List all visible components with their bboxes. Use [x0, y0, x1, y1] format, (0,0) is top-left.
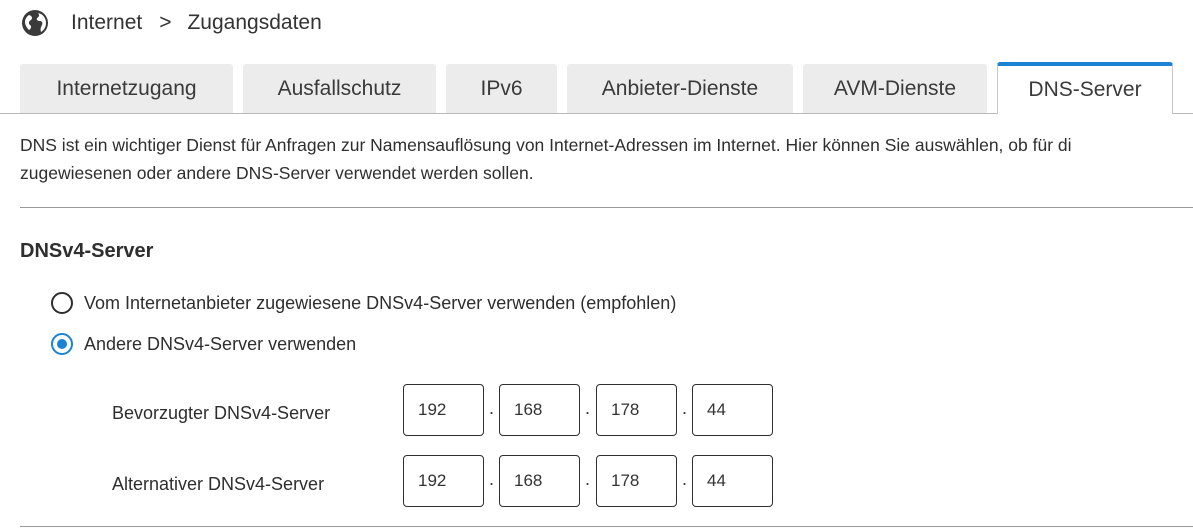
- octet-separator: .: [682, 398, 688, 418]
- alternative-dns-octet-1[interactable]: [403, 455, 484, 507]
- preferred-dns-octet-4[interactable]: [692, 384, 773, 436]
- octet-separator: .: [489, 469, 495, 489]
- octet-separator: .: [489, 398, 495, 418]
- tab-ipv6[interactable]: IPv6: [446, 64, 557, 113]
- radio-dot: [57, 339, 67, 349]
- tab-dns-server[interactable]: DNS-Server: [997, 62, 1173, 114]
- tab-bar: Internetzugang Ausfallschutz IPv6 Anbiet…: [0, 62, 1193, 114]
- octet-separator: .: [585, 469, 591, 489]
- tab-ausfallschutz[interactable]: Ausfallschutz: [243, 64, 436, 113]
- preferred-dns-octet-3[interactable]: [596, 384, 677, 436]
- breadcrumb: Internet > Zugangsdaten: [20, 8, 322, 38]
- breadcrumb-item-internet[interactable]: Internet: [71, 11, 142, 35]
- octet-separator: .: [585, 398, 591, 418]
- radio-label-other-dns: Andere DNSv4-Server verwenden: [84, 333, 357, 354]
- alternative-dns-octet-4[interactable]: [692, 455, 773, 507]
- dnsv4-section-title: DNSv4-Server: [20, 240, 154, 262]
- section-divider-top: [20, 207, 1193, 208]
- radio-option-other-dns[interactable]: Andere DNSv4-Server verwenden: [51, 333, 356, 355]
- preferred-dns-row: Bevorzugter DNSv4-Server . . .: [112, 384, 792, 436]
- intro-text: DNS ist ein wichtiger Dienst für Anfrage…: [20, 131, 1193, 187]
- alternative-dns-row: Alternativer DNSv4-Server . . .: [112, 455, 792, 507]
- alternative-dns-octet-2[interactable]: [499, 455, 580, 507]
- tab-avm-dienste[interactable]: AVM-Dienste: [803, 64, 987, 113]
- alternative-dns-octet-3[interactable]: [596, 455, 677, 507]
- tab-anbieter-dienste[interactable]: Anbieter-Dienste: [567, 64, 793, 113]
- radio-unchecked-icon[interactable]: [51, 292, 73, 314]
- intro-line-2: zugewiesenen oder andere DNS-Server verw…: [20, 163, 534, 183]
- octet-separator: .: [682, 469, 688, 489]
- section-divider-bottom: [20, 526, 1193, 527]
- radio-label-provider-dns: Vom Internetanbieter zugewiesene DNSv4-S…: [84, 292, 677, 313]
- preferred-dns-octet-1[interactable]: [403, 384, 484, 436]
- alternative-dns-label: Alternativer DNSv4-Server: [112, 474, 325, 494]
- radio-option-provider-dns[interactable]: Vom Internetanbieter zugewiesene DNSv4-S…: [51, 292, 676, 314]
- breadcrumb-separator: >: [159, 11, 172, 34]
- breadcrumb-item-zugangsdaten: Zugangsdaten: [187, 11, 322, 34]
- preferred-dns-label: Bevorzugter DNSv4-Server: [112, 403, 331, 423]
- radio-checked-icon[interactable]: [51, 333, 73, 355]
- intro-line-1: DNS ist ein wichtiger Dienst für Anfrage…: [20, 135, 1072, 155]
- globe-icon: [20, 8, 50, 38]
- preferred-dns-octet-2[interactable]: [499, 384, 580, 436]
- tab-internetzugang[interactable]: Internetzugang: [20, 64, 233, 113]
